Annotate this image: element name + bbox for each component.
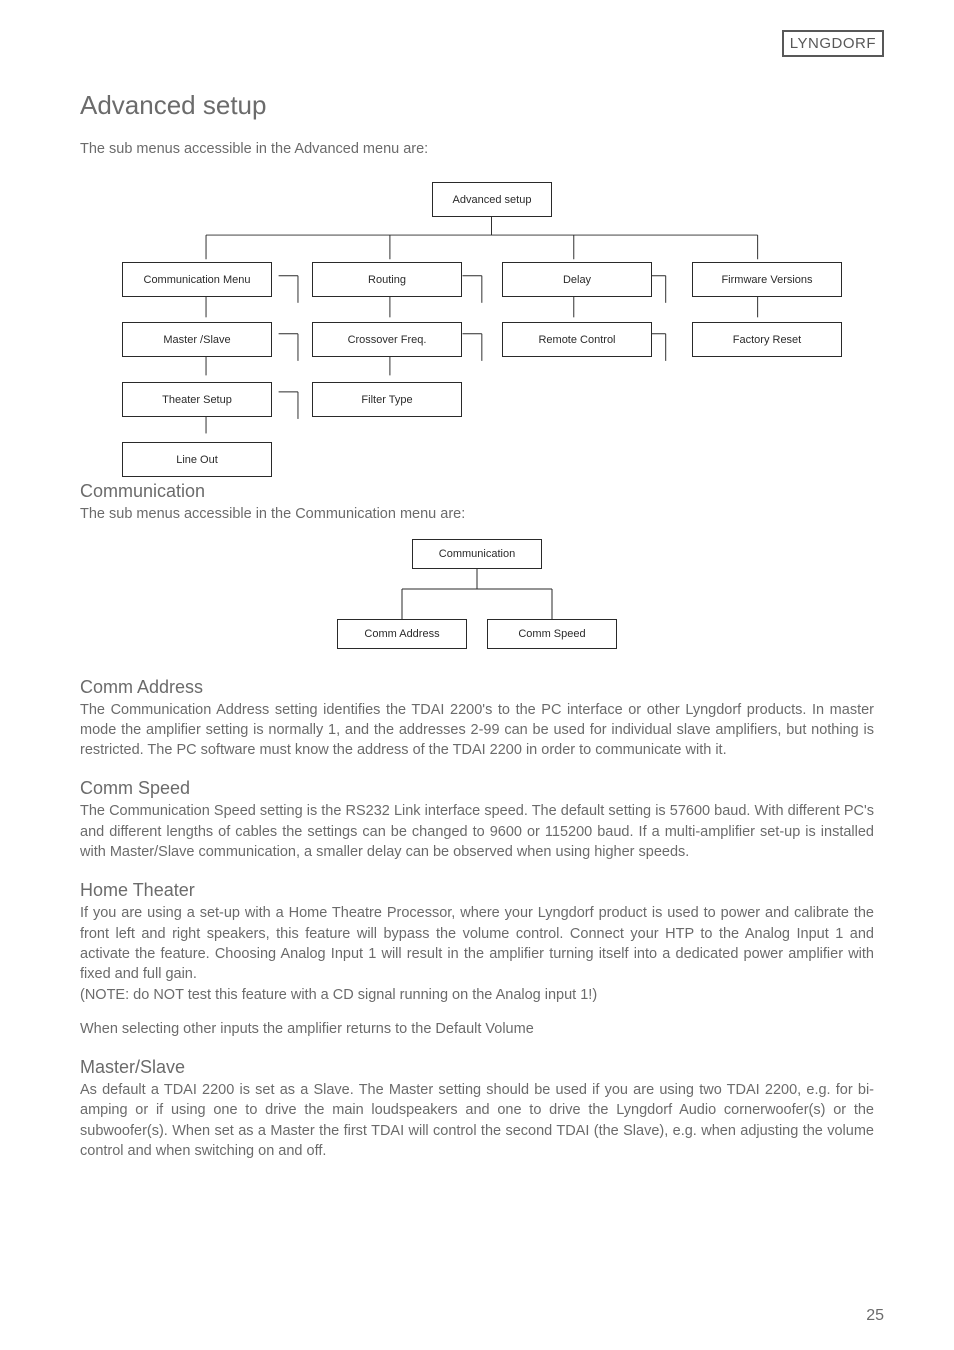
communication-heading: Communication xyxy=(80,481,874,502)
communication-diagram: Communication Comm Address Comm Speed xyxy=(317,539,637,659)
page-number: 25 xyxy=(866,1307,884,1325)
diagram-box: Line Out xyxy=(122,442,272,477)
logo-part2: DORF xyxy=(832,35,877,52)
brand-logo: LYNGDORF xyxy=(782,30,884,57)
comm-address-heading: Comm Address xyxy=(80,677,874,698)
diagram-box: Factory Reset xyxy=(692,322,842,357)
page: LYNGDORF Advanced setup The sub menus ac… xyxy=(0,0,954,1350)
logo-part1: LYNG xyxy=(790,35,832,52)
communication-text: The sub menus accessible in the Communic… xyxy=(80,504,874,524)
page-title: Advanced setup xyxy=(80,90,874,121)
comm-speed-heading: Comm Speed xyxy=(80,778,874,799)
diagram2-left-box: Comm Address xyxy=(337,619,467,649)
diagram-box: Delay xyxy=(502,262,652,297)
diagram-box: Master /Slave xyxy=(122,322,272,357)
home-theater-text2: When selecting other inputs the amplifie… xyxy=(80,1019,874,1039)
home-theater-note: (NOTE: do NOT test this feature with a C… xyxy=(80,985,874,1005)
diagram-box: Communication Menu xyxy=(122,262,272,297)
diagram-box: Firmware Versions xyxy=(692,262,842,297)
diagram2-right-box: Comm Speed xyxy=(487,619,617,649)
diagram-box: Crossover Freq. xyxy=(312,322,462,357)
diagram-box: Theater Setup xyxy=(122,382,272,417)
diagram2-root-box: Communication xyxy=(412,539,542,569)
home-theater-text1: If you are using a set-up with a Home Th… xyxy=(80,903,874,984)
comm-speed-text: The Communication Speed setting is the R… xyxy=(80,801,874,862)
diagram-box: Routing xyxy=(312,262,462,297)
comm-address-text: The Communication Address setting identi… xyxy=(80,700,874,761)
home-theater-heading: Home Theater xyxy=(80,880,874,901)
diagram-root-box: Advanced setup xyxy=(432,182,552,217)
advanced-setup-diagram: Advanced setup Communication Menu Master… xyxy=(112,177,842,457)
intro-text: The sub menus accessible in the Advanced… xyxy=(80,139,874,159)
diagram-box: Remote Control xyxy=(502,322,652,357)
master-slave-text: As default a TDAI 2200 is set as a Slave… xyxy=(80,1080,874,1161)
diagram-box: Filter Type xyxy=(312,382,462,417)
master-slave-heading: Master/Slave xyxy=(80,1057,874,1078)
